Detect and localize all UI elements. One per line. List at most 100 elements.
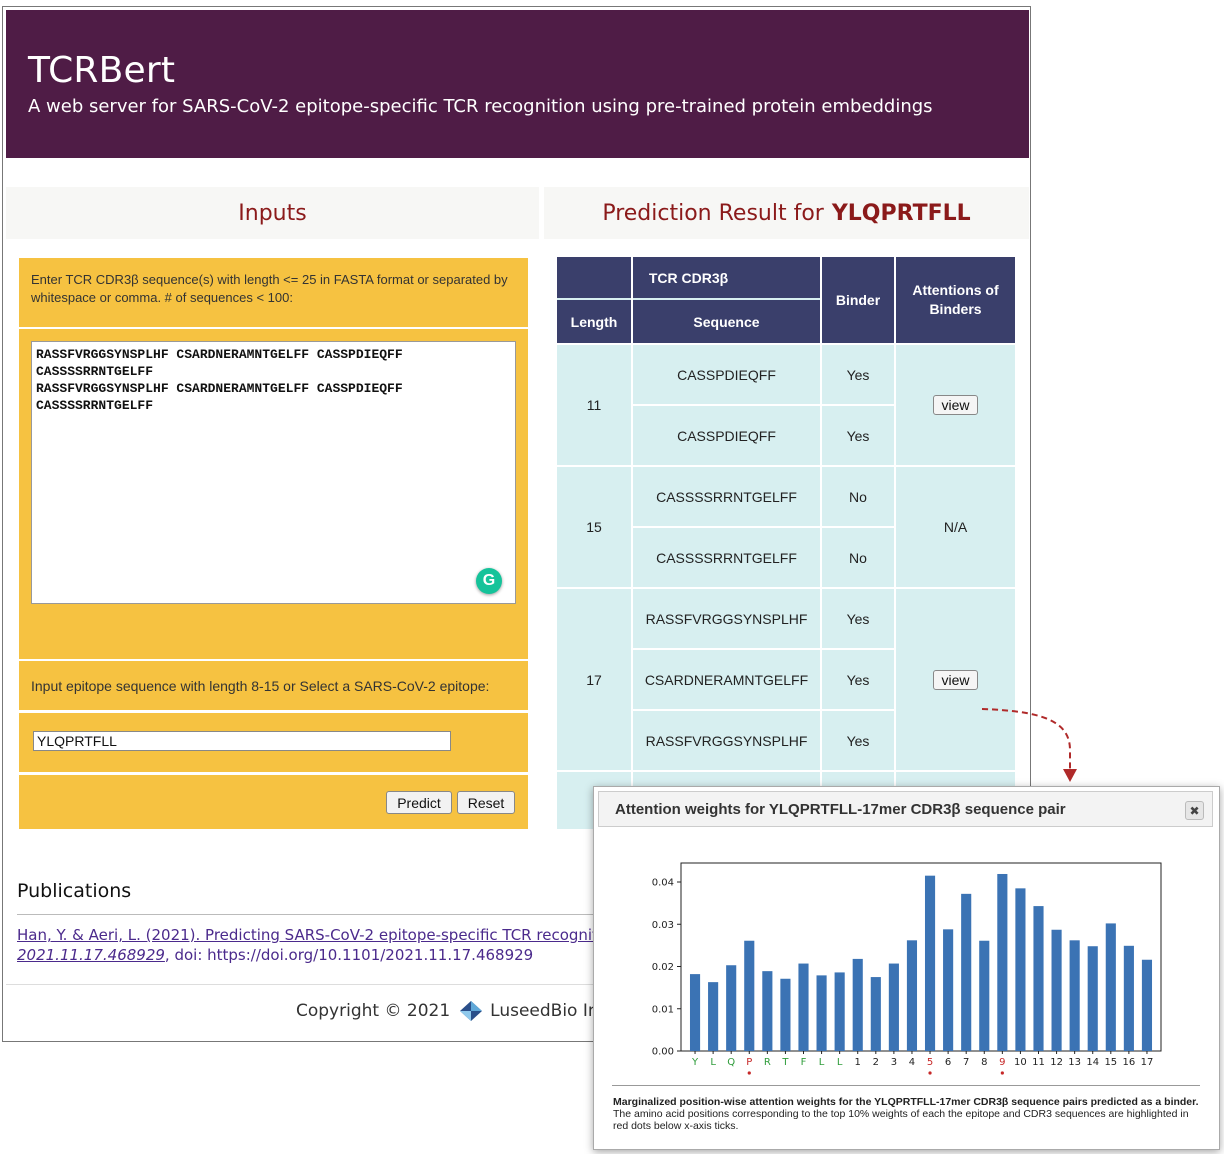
caption-text: The amino acid positions corresponding t… (613, 1108, 1189, 1132)
bar (1087, 946, 1098, 1051)
publication-ref[interactable]: 2021.11.17.468929 (17, 946, 165, 964)
length-cell: 17 (557, 589, 631, 770)
binder-cell: Yes (822, 345, 894, 404)
length-cell: 15 (557, 467, 631, 587)
header-binder: Binder (822, 257, 894, 343)
copyright-text: Copyright © 2021 (296, 1001, 451, 1021)
bar (834, 972, 845, 1051)
attention-modal: Attention weights for YLQPRTFLL-17mer CD… (593, 786, 1220, 1150)
results-heading: Prediction Result for YLQPRTFLL (544, 187, 1029, 239)
bar (1015, 888, 1026, 1051)
actions-panel: Predict Reset (19, 775, 528, 829)
results-table: TCR CDR3β Length Sequence Binder Attenti… (557, 257, 1015, 829)
sequence-cell: CSARDNERAMNTGELFF (633, 650, 820, 709)
y-tick-label: 0.04 (652, 878, 674, 889)
attention-cell: view (896, 345, 1015, 465)
x-tick-label: 11 (1032, 1057, 1045, 1068)
epitope-label-panel: Input epitope sequence with length 8-15 … (19, 661, 528, 710)
reset-button[interactable]: Reset (457, 791, 515, 814)
bar (1069, 940, 1080, 1051)
sequence-cell: CASSPDIEQFF (633, 406, 820, 465)
binder-cell: Yes (822, 650, 894, 709)
publication-doi: 2021.11.17.468929, doi: https://doi.org/… (17, 946, 533, 964)
caption-bold: Marginalized position-wise attention wei… (613, 1096, 1199, 1108)
attention-cell: N/A (896, 467, 1015, 587)
chart-caption: Marginalized position-wise attention wei… (613, 1096, 1203, 1132)
tcr-input-panel: RASSFVRGGSYNSPLHF CSARDNERAMNTGELFF CASS… (19, 329, 528, 659)
x-tick-label: 14 (1086, 1057, 1099, 1068)
highlight-dot (747, 1071, 751, 1075)
x-tick-label: L (819, 1057, 825, 1068)
column-divider (631, 257, 633, 829)
header-attentions: Attentions of Binders (896, 257, 1015, 343)
bar (816, 975, 827, 1051)
x-tick-label: L (837, 1057, 843, 1068)
x-tick-label: L (710, 1057, 716, 1068)
bar (888, 963, 899, 1051)
x-tick-label: 2 (873, 1057, 879, 1068)
close-icon[interactable]: ✖ (1185, 801, 1204, 820)
x-tick-label: 5 (927, 1057, 933, 1068)
bar (744, 940, 755, 1051)
bar (852, 958, 863, 1051)
highlight-dot (1000, 1071, 1004, 1075)
view-attention-button[interactable]: view (933, 669, 978, 690)
modal-divider (612, 1085, 1200, 1086)
length-cell: 11 (557, 345, 631, 465)
results-heading-prefix: Prediction Result for (602, 200, 824, 226)
attention-cell: view (896, 589, 1015, 770)
x-tick-label: Y (691, 1057, 699, 1068)
modal-titlebar: Attention weights for YLQPRTFLL-17mer CD… (598, 791, 1213, 827)
epitope-input[interactable]: YLQPRTFLL (33, 731, 451, 751)
modal-title: Attention weights for YLQPRTFLL-17mer CD… (615, 801, 1066, 818)
footer: Copyright © 2021 LuseedBio Inc. (296, 1000, 613, 1022)
x-tick-label: T (781, 1057, 789, 1068)
bar (689, 974, 701, 1051)
x-tick-label: 3 (891, 1057, 897, 1068)
bar (708, 982, 719, 1051)
y-tick-label: 0.00 (652, 1047, 674, 1058)
x-tick-label: R (764, 1057, 771, 1068)
site-header: TCRBert A web server for SARS-CoV-2 epit… (6, 10, 1029, 158)
bar (1123, 945, 1134, 1051)
publication-link[interactable]: Han, Y. & Aeri, L. (2021). Predicting SA… (17, 926, 647, 944)
binder-cell: Yes (822, 406, 894, 465)
tcr-label-panel: Enter TCR CDR3β sequence(s) with length … (19, 258, 528, 327)
grammarly-icon[interactable]: G (476, 568, 502, 594)
predict-button[interactable]: Predict (386, 791, 452, 814)
inputs-heading: Inputs (6, 187, 539, 239)
binder-cell: No (822, 528, 894, 587)
bar (726, 965, 737, 1051)
column-divider (820, 257, 822, 829)
epitope-input-panel: YLQPRTFLL (19, 713, 528, 772)
site-subtitle: A web server for SARS-CoV-2 epitope-spec… (28, 96, 933, 117)
bar (1033, 906, 1044, 1051)
x-tick-label: 9 (999, 1057, 1005, 1068)
attention-bar-chart: 0.000.010.020.030.04Y L Q P R T F L L 1 2 3 4 5 6 7 8 9 10… (652, 862, 1162, 1075)
y-tick-label: 0.03 (652, 920, 674, 931)
header-length: Length (557, 300, 631, 343)
tcr-sequence-textarea[interactable]: RASSFVRGGSYNSPLHF CSARDNERAMNTGELFF CASS… (31, 341, 516, 604)
x-tick-label: 17 (1141, 1057, 1154, 1068)
x-tick-label: 16 (1123, 1057, 1136, 1068)
sequence-cell: RASSFVRGGSYNSPLHF (633, 711, 820, 770)
view-attention-button[interactable]: view (933, 395, 978, 415)
sequence-cell: CASSSSRRNTGELFF (633, 467, 820, 526)
bar (798, 963, 809, 1051)
x-tick-label: 15 (1104, 1057, 1117, 1068)
x-tick-label: Q (727, 1057, 735, 1068)
bar (870, 977, 881, 1051)
header-sequence: Sequence (633, 300, 820, 343)
inputs-heading-text: Inputs (238, 200, 307, 226)
bar (1051, 929, 1062, 1051)
site-title: TCRBert (28, 50, 176, 91)
x-tick-label: 7 (963, 1057, 969, 1068)
bar (961, 893, 972, 1051)
bar (762, 971, 773, 1051)
x-tick-label: 12 (1050, 1057, 1063, 1068)
bar (1141, 959, 1153, 1051)
y-tick-label: 0.02 (652, 962, 674, 973)
binder-cell: Yes (822, 589, 894, 648)
x-tick-label: F (801, 1057, 807, 1068)
x-tick-label: 10 (1014, 1057, 1027, 1068)
